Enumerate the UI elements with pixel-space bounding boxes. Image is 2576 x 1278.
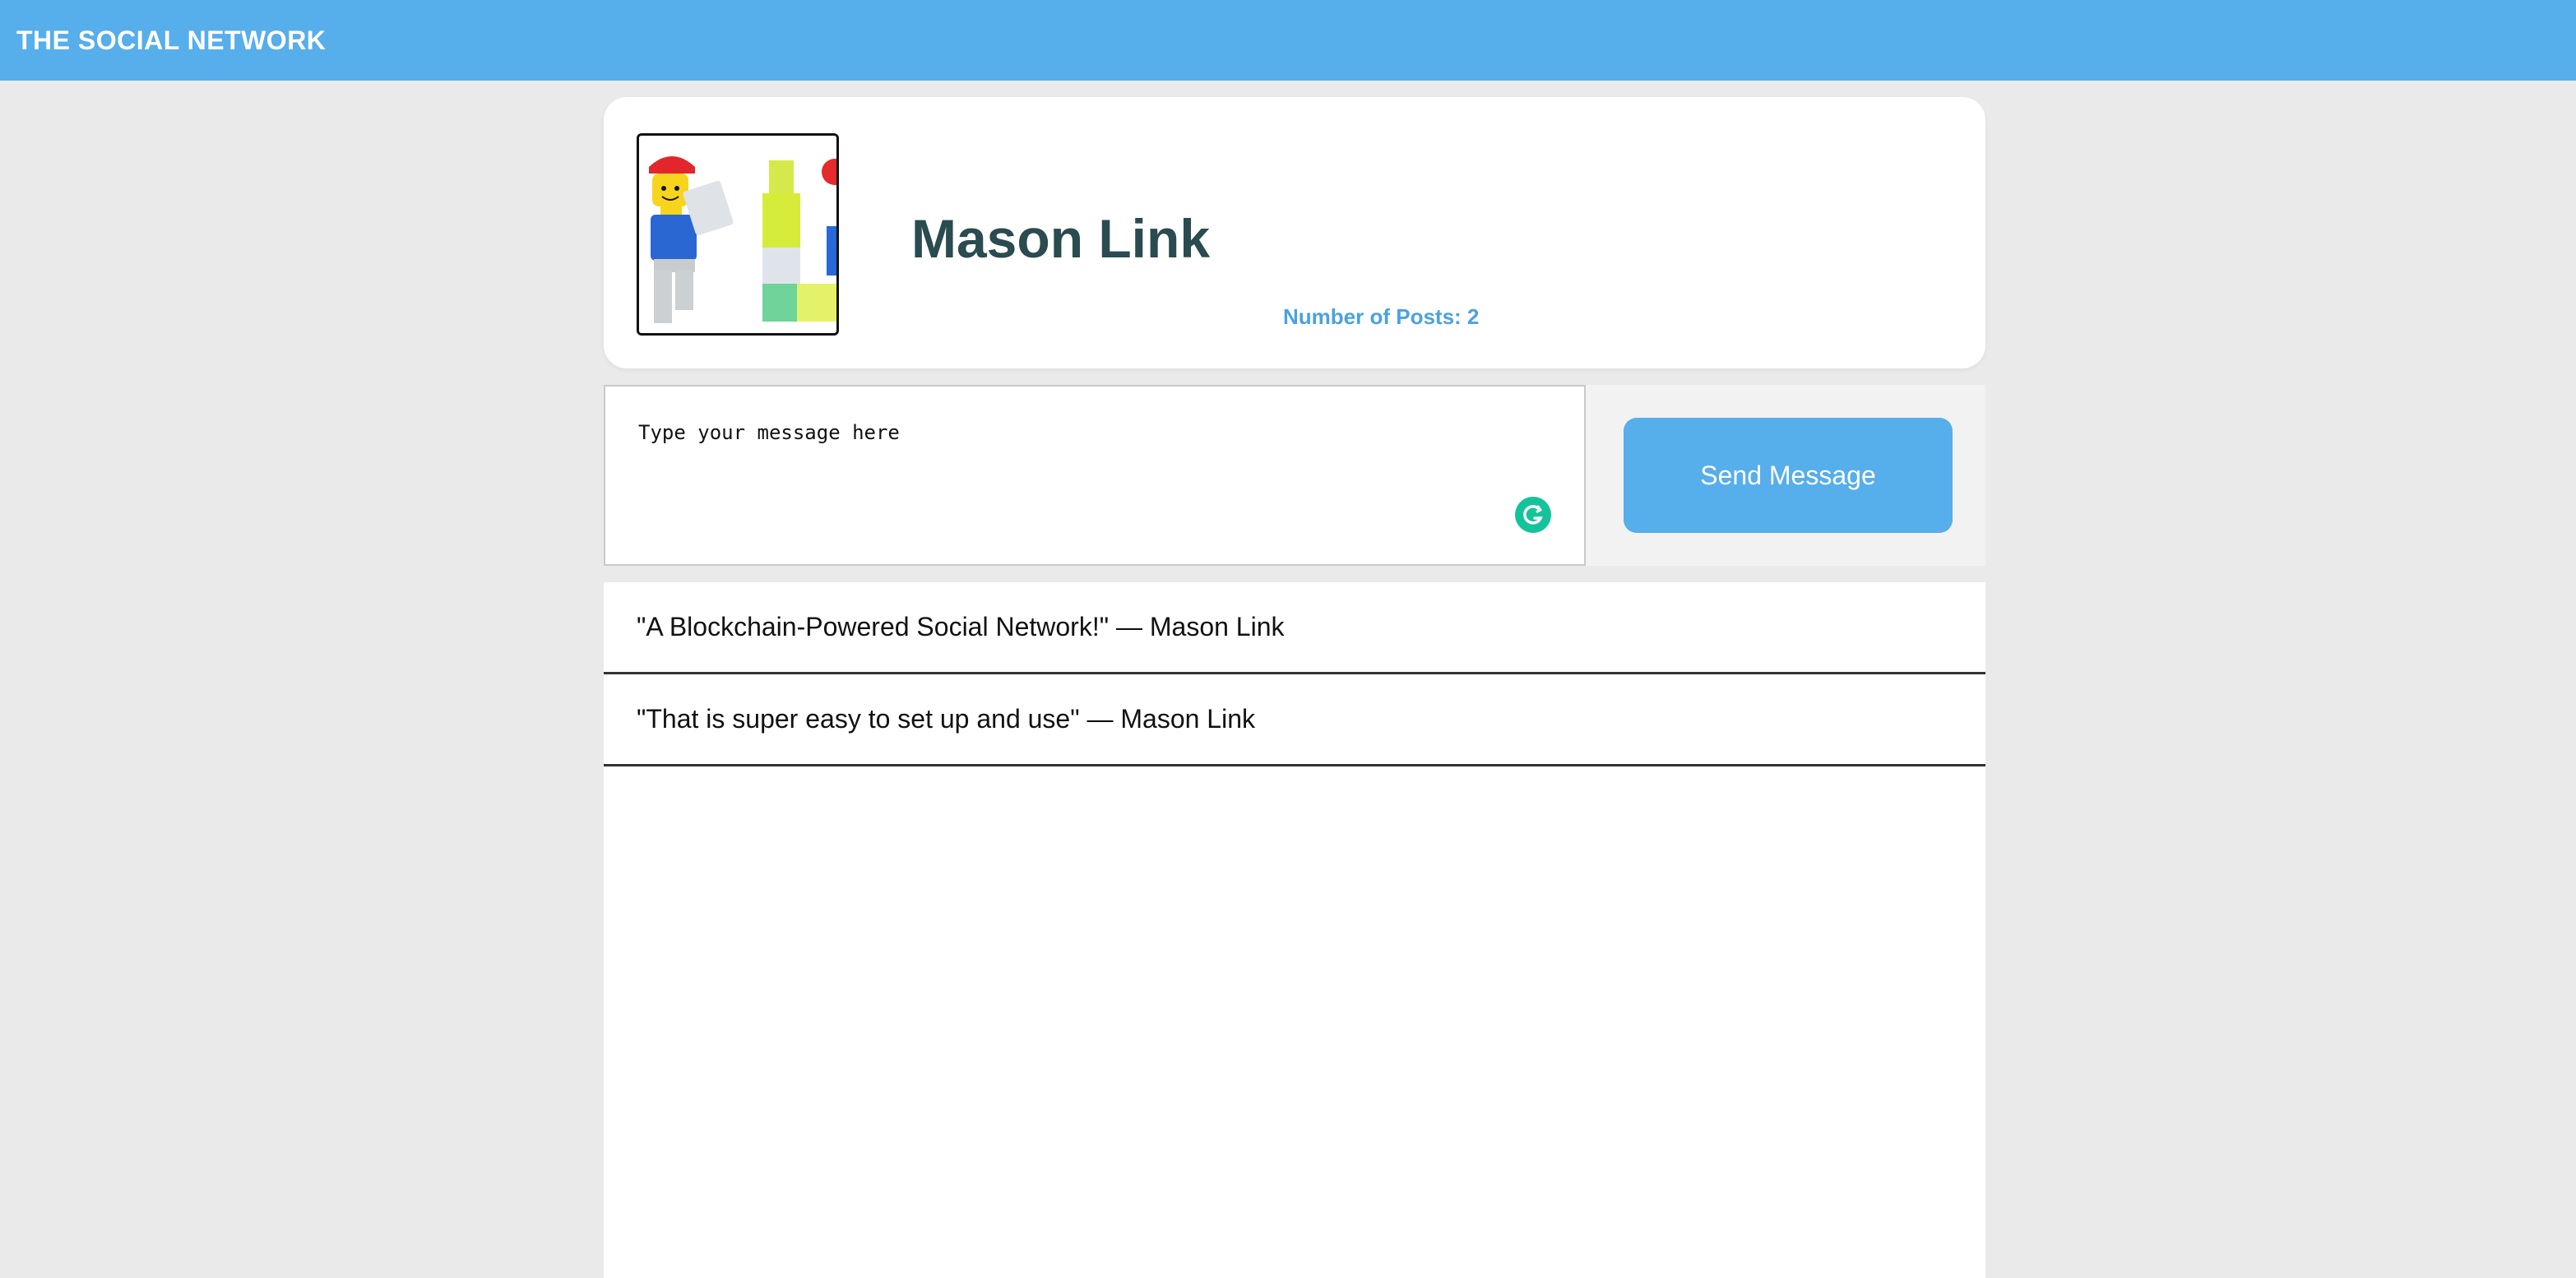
post-feed: "A Blockchain-Powered Social Network!" —… xyxy=(604,582,1985,1278)
message-composer: Send Message xyxy=(604,385,1985,566)
send-message-button[interactable]: Send Message xyxy=(1624,418,1953,533)
grammarly-g-icon[interactable] xyxy=(1515,497,1551,533)
post-count-label: Number of Posts: 2 xyxy=(1283,304,1480,329)
post-text: "That is super easy to set up and use" —… xyxy=(637,704,1255,734)
message-input[interactable] xyxy=(604,385,1586,566)
post-text: "A Blockchain-Powered Social Network!" —… xyxy=(637,612,1285,641)
post-item: "That is super easy to set up and use" —… xyxy=(604,674,1985,766)
avatar xyxy=(637,133,839,336)
brand-title[interactable]: THE SOCIAL NETWORK xyxy=(16,0,326,81)
lego-figures-avatar-icon xyxy=(639,136,836,333)
profile-name: Mason Link xyxy=(911,208,1211,269)
profile-card: Mason Link Number of Posts: 2 xyxy=(604,97,1985,368)
post-count: Number of Posts: 2 xyxy=(1283,304,1479,330)
grammarly-g-glyph-icon xyxy=(1523,505,1543,525)
post-item: "A Blockchain-Powered Social Network!" —… xyxy=(604,582,1985,674)
top-nav-bar: THE SOCIAL NETWORK xyxy=(0,0,2576,81)
